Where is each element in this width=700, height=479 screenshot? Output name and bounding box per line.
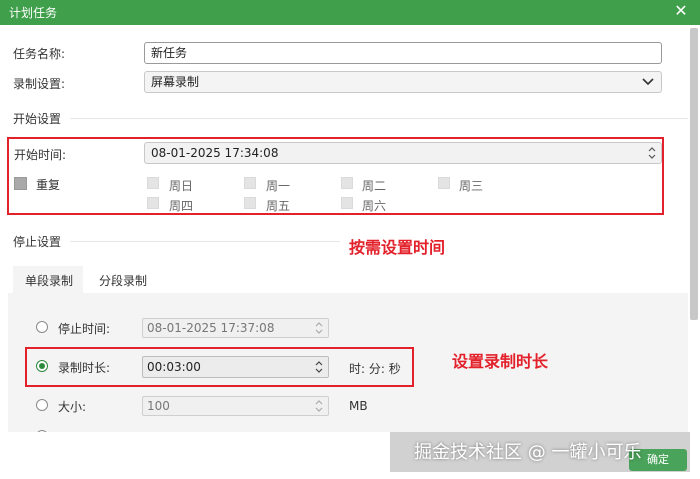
tab-single-record[interactable]: 单段录制: [13, 266, 83, 294]
task-name-input[interactable]: 新任务: [144, 42, 662, 64]
duration-label: 录制时长:: [58, 361, 111, 375]
record-setting-value: 屏幕录制: [151, 75, 200, 89]
tab-label: 单段录制: [25, 274, 74, 288]
chevron-down-icon: [642, 78, 654, 86]
duration-unit: 时: 分: 秒: [349, 362, 401, 376]
day-label: 周三: [459, 179, 484, 193]
watermark: 掘金技术社区 @ 一罐小可乐: [414, 442, 642, 463]
stop-section-title: 停止设置: [13, 235, 62, 249]
start-section-title: 开始设置: [13, 112, 62, 126]
annotation-time-note: 按需设置时间: [349, 238, 446, 257]
repeat-label: 重复: [36, 178, 61, 192]
duration-radio[interactable]: [36, 360, 48, 372]
stop-time-label: 停止时间:: [58, 322, 111, 336]
close-icon[interactable]: ✕: [672, 2, 690, 20]
day-label: 周一: [266, 179, 291, 193]
record-setting-label: 录制设置:: [13, 77, 66, 91]
record-setting-select[interactable]: 屏幕录制: [144, 71, 662, 93]
title-bar: 计划任务 ✕: [0, 0, 700, 25]
day-label: 周二: [362, 179, 387, 193]
day-label: 周日: [169, 179, 194, 193]
day-checkbox-mon[interactable]: [244, 177, 256, 189]
size-value: 100: [147, 399, 170, 413]
duration-value: 00:03:00: [147, 360, 201, 374]
size-radio[interactable]: [36, 399, 48, 411]
spinner-icon[interactable]: [314, 358, 324, 376]
day-checkbox-sat[interactable]: [341, 197, 353, 209]
day-checkbox-fri[interactable]: [244, 197, 256, 209]
tab-label: 分段录制: [99, 274, 148, 288]
repeat-checkbox[interactable]: [14, 177, 27, 190]
day-checkbox-wed[interactable]: [438, 177, 450, 189]
stop-time-value: 08-01-2025 17:37:08: [147, 321, 275, 335]
tab-segment-record[interactable]: 分段录制: [88, 266, 158, 294]
stop-time-radio[interactable]: [36, 321, 48, 333]
size-unit: MB: [349, 399, 368, 413]
duration-input[interactable]: 00:03:00: [142, 356, 329, 378]
divider: [70, 241, 340, 242]
window-title: 计划任务: [9, 6, 58, 20]
start-time-label: 开始时间:: [14, 148, 67, 162]
start-time-input[interactable]: 08-01-2025 17:34:08: [144, 142, 662, 164]
spinner-icon[interactable]: [647, 144, 657, 162]
size-label: 大小:: [58, 400, 87, 414]
day-label: 周六: [362, 199, 387, 213]
day-label: 周五: [266, 199, 291, 213]
stop-time-input[interactable]: 08-01-2025 17:37:08: [142, 318, 329, 338]
spinner-icon[interactable]: [314, 319, 324, 337]
day-checkbox-thu[interactable]: [147, 197, 159, 209]
day-checkbox-tue[interactable]: [341, 177, 353, 189]
size-input[interactable]: 100: [142, 396, 329, 416]
spinner-icon[interactable]: [314, 397, 324, 415]
day-checkbox-sun[interactable]: [147, 177, 159, 189]
annotation-duration-note: 设置录制时长: [452, 352, 549, 371]
task-name-label: 任务名称:: [13, 47, 66, 61]
start-time-value: 08-01-2025 17:34:08: [151, 146, 279, 160]
day-label: 周四: [169, 199, 194, 213]
scrollbar[interactable]: [690, 28, 698, 320]
divider: [70, 118, 688, 119]
